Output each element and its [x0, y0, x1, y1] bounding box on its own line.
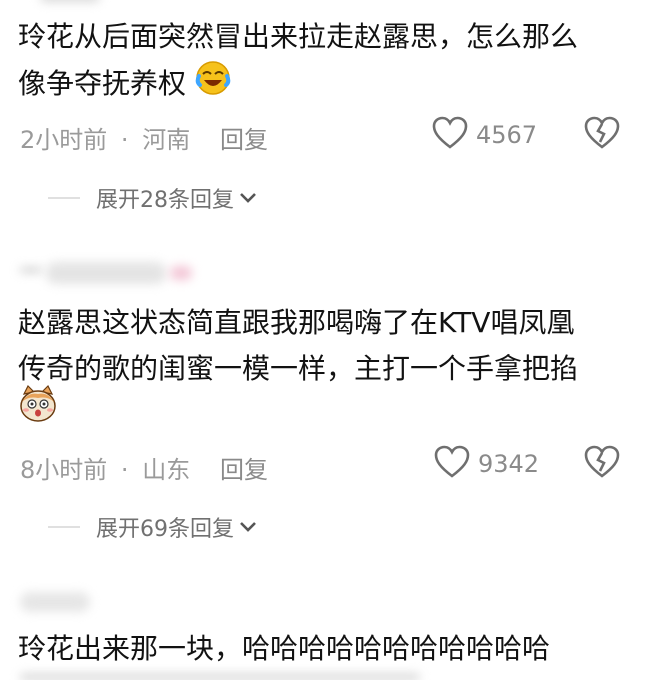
- dislike-button[interactable]: [584, 445, 620, 483]
- expand-divider: [48, 526, 80, 528]
- comment-text-line: 玲花出来那一块，哈哈哈哈哈哈哈哈哈哈哈: [18, 632, 551, 665]
- meta-dot: ·: [120, 456, 129, 484]
- comment-meta: 2小时前 · 河南: [20, 120, 190, 155]
- laughing-tears-emoji-icon: [195, 60, 231, 110]
- like-count: 9342: [478, 450, 540, 478]
- comment-text: 玲花出来那一块，哈哈哈哈哈哈哈哈哈哈哈: [18, 626, 648, 672]
- broken-heart-icon: [584, 116, 620, 154]
- comment-time: 8小时前: [20, 456, 108, 484]
- expand-replies-button[interactable]: 展开69条回复: [96, 511, 258, 543]
- expand-replies-label: 展开69条回复: [96, 517, 234, 542]
- chevron-down-icon: [238, 186, 258, 211]
- comment-text-line: 玲花从后面突然冒出来拉走赵露思，怎么那么: [18, 20, 579, 53]
- blurred-username-top: [40, 0, 100, 2]
- heart-icon: [432, 116, 468, 154]
- comment-text: 赵露思这状态简直跟我那喝嗨了在KTV唱凤凰 传奇的歌的闺蜜一模一样，主打一个手拿…: [18, 300, 648, 392]
- dislike-button[interactable]: [584, 116, 620, 154]
- shocked-dog-emoji-icon: [18, 384, 58, 428]
- comment-text-line: 像争夺抚养权: [18, 60, 648, 110]
- comment-text: 玲花从后面突然冒出来拉走赵露思，怎么那么 像争夺抚养权: [18, 14, 648, 110]
- expand-divider: [48, 197, 80, 199]
- blurred-username: [20, 262, 192, 288]
- cut-off-text: [20, 674, 420, 680]
- meta-dot: ·: [120, 126, 129, 154]
- like-button[interactable]: 9342: [434, 445, 539, 483]
- heart-icon: [434, 445, 470, 483]
- comment-location: 山东: [142, 456, 191, 484]
- comment-location: 河南: [142, 126, 191, 154]
- comment-meta: 8小时前 · 山东: [20, 450, 190, 485]
- chevron-down-icon: [238, 515, 258, 540]
- expand-replies-label: 展开28条回复: [96, 188, 234, 213]
- like-button[interactable]: 4567: [432, 116, 537, 154]
- expand-replies-button[interactable]: 展开28条回复: [96, 182, 258, 214]
- comment-time: 2小时前: [20, 126, 108, 154]
- blurred-username: [20, 592, 90, 612]
- comment-text-line: 传奇的歌的闺蜜一模一样，主打一个手拿把掐: [18, 352, 579, 385]
- broken-heart-icon: [584, 445, 620, 483]
- comment-text-line: 赵露思这状态简直跟我那喝嗨了在KTV唱凤凰: [18, 306, 575, 339]
- reply-button[interactable]: 回复: [220, 120, 268, 155]
- reply-button[interactable]: 回复: [220, 450, 268, 485]
- like-count: 4567: [476, 121, 538, 149]
